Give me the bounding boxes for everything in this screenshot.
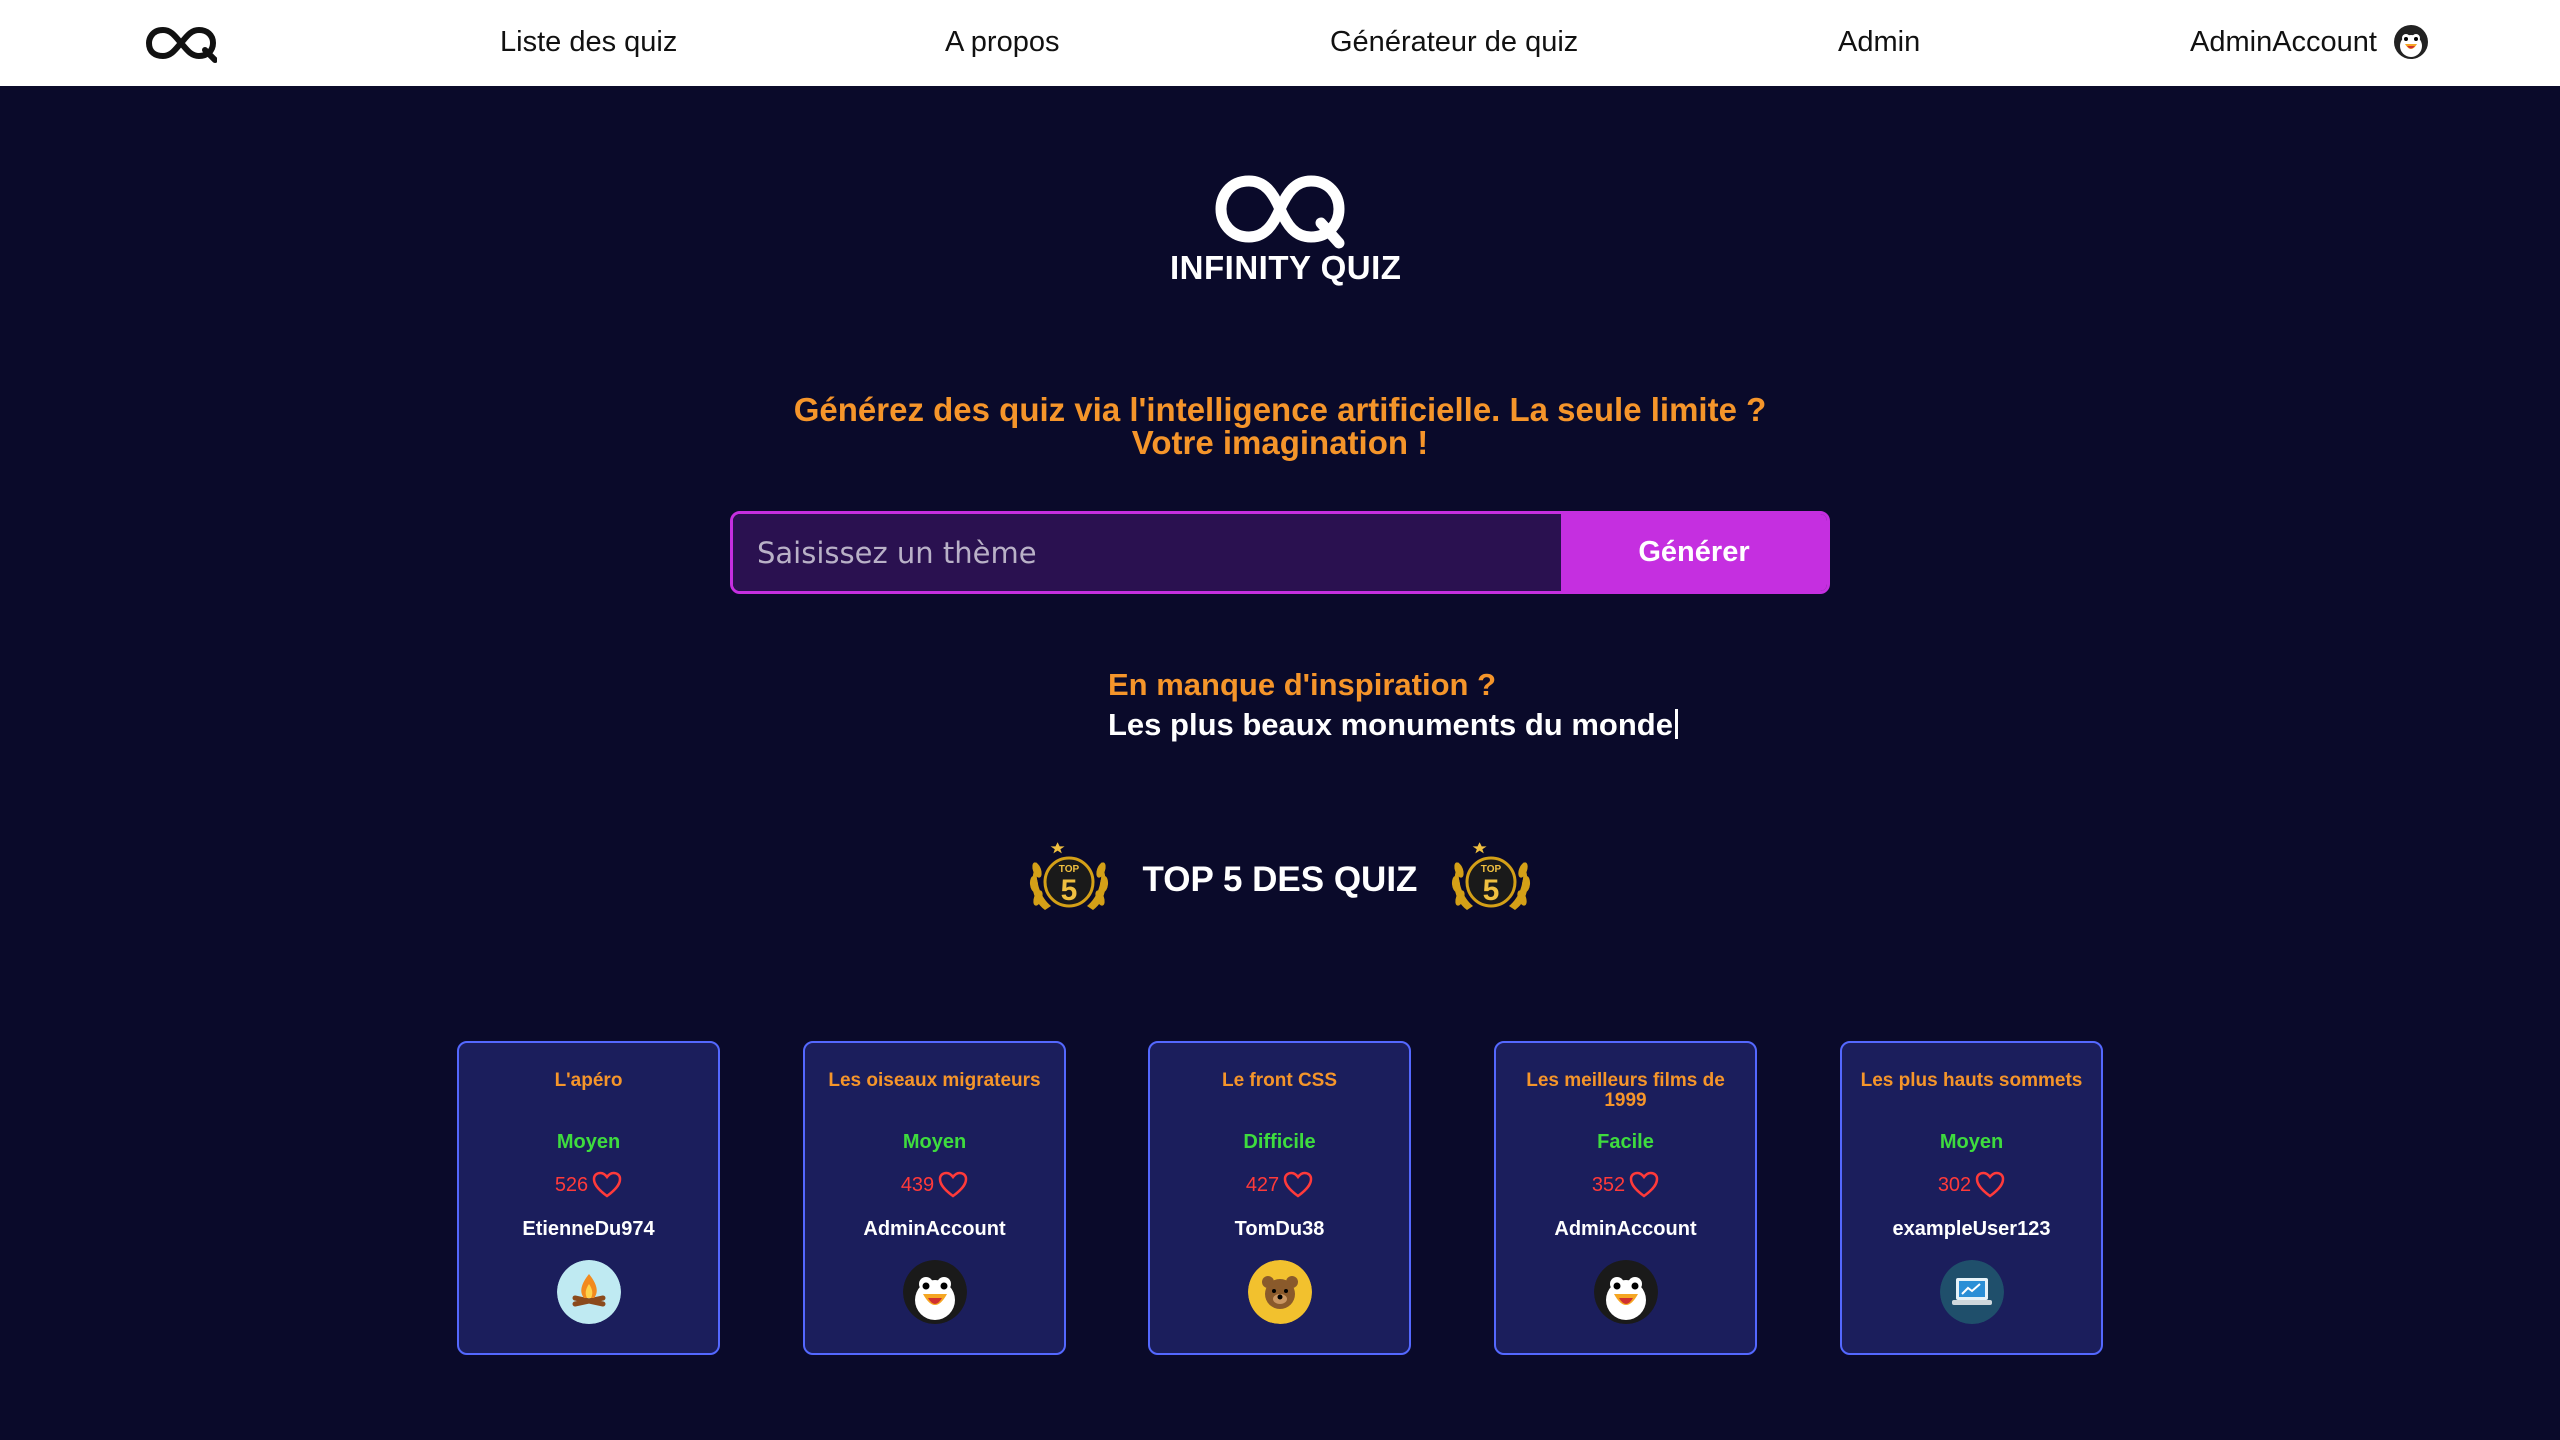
heart-icon[interactable] xyxy=(1629,1171,1659,1199)
heart-icon[interactable] xyxy=(592,1171,622,1199)
quiz-card[interactable]: L'apéro Moyen 526 EtienneDu974 xyxy=(457,1041,720,1355)
quiz-card-likes: 352 xyxy=(1496,1171,1755,1199)
likes-count: 302 xyxy=(1937,1173,1972,1196)
likes-count: 352 xyxy=(1591,1173,1626,1196)
quiz-card[interactable]: Les oiseaux migrateurs Moyen 439 AdminAc… xyxy=(803,1041,1066,1355)
quiz-card-title: Les plus hauts sommets xyxy=(1860,1070,2083,1091)
heart-icon[interactable] xyxy=(1283,1171,1313,1199)
quiz-card-title: L'apéro xyxy=(554,1070,623,1091)
quiz-card-author: AdminAccount xyxy=(863,1218,1006,1240)
theme-search-form: Générer xyxy=(730,511,1830,594)
quiz-card-title: Les meilleurs films de 1999 xyxy=(1526,1070,1725,1111)
tagline-line-1: Générez des quiz via l'intelligence arti… xyxy=(793,391,1767,428)
quiz-card-level: Moyen xyxy=(902,1131,967,1153)
theme-input[interactable] xyxy=(733,514,1561,591)
heart-icon[interactable] xyxy=(1975,1171,2005,1199)
generate-button[interactable]: Générer xyxy=(1561,514,1827,591)
heart-icon[interactable] xyxy=(938,1171,968,1199)
inspiration-suggestion: Les plus beaux monuments du monde xyxy=(1108,705,1678,745)
quiz-card-level: Difficile xyxy=(1243,1131,1316,1153)
nav-link-admin[interactable]: Admin xyxy=(1838,26,1920,59)
top5-header: TOP 5 TOP 5 DES QUIZ TOP 5 xyxy=(0,840,2560,920)
laptop-avatar-icon xyxy=(1939,1260,2004,1324)
quiz-card-author: exampleUser123 xyxy=(1892,1218,2051,1240)
penguin-avatar-icon xyxy=(1593,1260,1658,1324)
nav-link-quiz-list[interactable]: Liste des quiz xyxy=(500,26,677,59)
quiz-card[interactable]: Les plus hauts sommets Moyen 302 example… xyxy=(1840,1041,2103,1355)
quiz-card-likes: 526 xyxy=(459,1171,718,1199)
quiz-card-author: TomDu38 xyxy=(1234,1218,1325,1240)
bear-avatar-icon xyxy=(1247,1260,1312,1324)
inspiration-block: En manque d'inspiration ? Les plus beaux… xyxy=(1108,665,1678,745)
badge-number-text: 5 xyxy=(1060,874,1077,907)
quiz-card-level: Facile xyxy=(1597,1131,1654,1153)
likes-count: 526 xyxy=(554,1173,589,1196)
top-navbar: Liste des quiz A propos Générateur de qu… xyxy=(0,0,2560,86)
top5-laurel-badge-icon: TOP 5 xyxy=(1452,842,1531,910)
inspiration-title: En manque d'inspiration ? xyxy=(1108,667,1496,702)
quiz-card-level: Moyen xyxy=(1939,1131,2004,1153)
nav-account-menu[interactable]: AdminAccount xyxy=(2190,24,2429,60)
quiz-card[interactable]: Le front CSS Difficile 427 TomDu38 xyxy=(1148,1041,1411,1355)
quiz-card[interactable]: Les meilleurs films de 1999 Facile 352 A… xyxy=(1494,1041,1757,1355)
quiz-card-title: Les oiseaux migrateurs xyxy=(828,1070,1041,1091)
hero-logo: INFINITY QUIZ xyxy=(1170,165,1402,300)
inspiration-suggestion-text: Les plus beaux monuments du monde xyxy=(1108,707,1673,742)
tagline: Générez des quiz via l'intelligence arti… xyxy=(0,393,2560,459)
likes-count: 427 xyxy=(1245,1173,1280,1196)
quiz-card-likes: 302 xyxy=(1842,1171,2101,1199)
brand-name: INFINITY QUIZ xyxy=(1170,249,1402,286)
infinity-logo-icon xyxy=(1215,175,1345,249)
quiz-card-author: EtienneDu974 xyxy=(522,1218,655,1240)
nav-link-about[interactable]: A propos xyxy=(945,26,1059,59)
quiz-card-level: Moyen xyxy=(556,1131,621,1153)
top5-title: TOP 5 DES QUIZ xyxy=(1142,860,1418,899)
badge-number-text: 5 xyxy=(1483,874,1500,907)
quiz-card-title: Le front CSS xyxy=(1221,1070,1338,1091)
nav-account-name: AdminAccount xyxy=(2190,25,2377,58)
quiz-card-likes: 439 xyxy=(805,1171,1064,1199)
campfire-avatar-icon xyxy=(556,1260,621,1324)
quiz-card-likes: 427 xyxy=(1150,1171,1409,1199)
quiz-card-author: AdminAccount xyxy=(1554,1218,1697,1240)
tagline-line-2: Votre imagination ! xyxy=(1131,424,1429,461)
top5-laurel-badge-icon: TOP 5 xyxy=(1029,842,1108,910)
penguin-avatar-icon xyxy=(902,1260,967,1324)
penguin-avatar-icon xyxy=(2394,25,2428,59)
nav-logo-icon[interactable] xyxy=(145,22,218,64)
typing-cursor xyxy=(1674,709,1678,739)
nav-link-quiz-generator[interactable]: Générateur de quiz xyxy=(1330,26,1578,59)
likes-count: 439 xyxy=(900,1173,935,1196)
